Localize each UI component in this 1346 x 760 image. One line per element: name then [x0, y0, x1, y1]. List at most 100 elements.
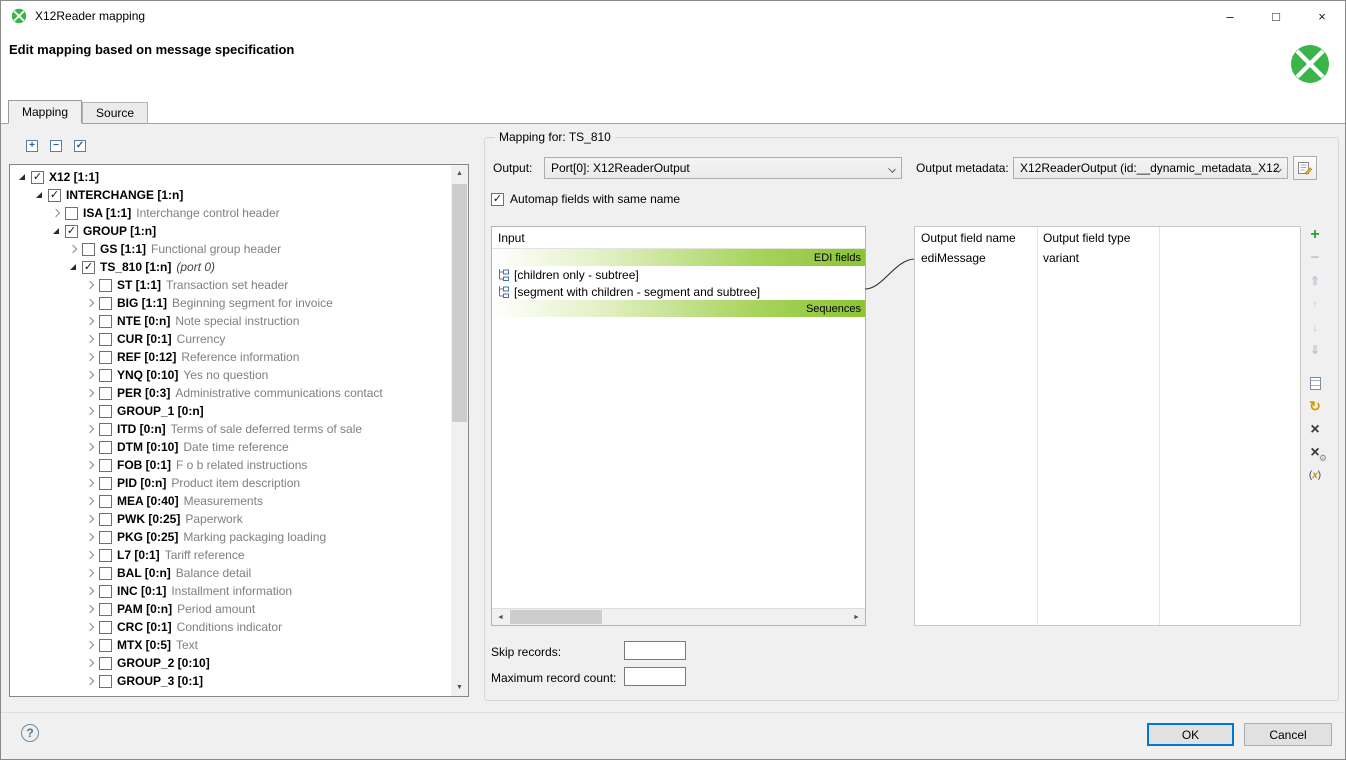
tree-item-checkbox[interactable]	[99, 477, 112, 490]
tab-mapping[interactable]: Mapping	[8, 100, 82, 124]
expand-arrow-icon[interactable]	[82, 438, 98, 456]
tree-row[interactable]: DTM [0:10]Date time reference	[10, 438, 451, 456]
clear-auto-mapping-button[interactable]: ×⚙	[1305, 443, 1325, 462]
output-table-row[interactable]: ediMessagevariant	[915, 249, 1300, 266]
tab-source[interactable]: Source	[82, 102, 148, 123]
tree-row[interactable]: MEA [0:40]Measurements	[10, 492, 451, 510]
tree-item-checkbox[interactable]	[99, 567, 112, 580]
tree-row[interactable]: MTX [0:5]Text	[10, 636, 451, 654]
tree-item-checkbox[interactable]	[99, 279, 112, 292]
tree-row[interactable]: ITD [0:n]Terms of sale deferred terms of…	[10, 420, 451, 438]
tree-item-checkbox[interactable]	[99, 585, 112, 598]
tree-row[interactable]: YNQ [0:10]Yes no question	[10, 366, 451, 384]
tree-item-checkbox[interactable]	[65, 225, 78, 238]
add-field-button[interactable]: +	[1305, 225, 1325, 244]
tree-item-checkbox[interactable]	[99, 441, 112, 454]
scroll-left-icon[interactable]: ◄	[492, 609, 509, 626]
clear-mapping-button[interactable]: ×	[1305, 420, 1325, 439]
tree-item-checkbox[interactable]	[65, 207, 78, 220]
expand-arrow-icon[interactable]	[82, 384, 98, 402]
collapse-arrow-icon[interactable]	[31, 186, 47, 204]
expand-arrow-icon[interactable]	[82, 528, 98, 546]
tree-item-checkbox[interactable]	[99, 297, 112, 310]
tree-row[interactable]: GROUP_2 [0:10]	[10, 654, 451, 672]
tree-row[interactable]: PWK [0:25]Paperwork	[10, 510, 451, 528]
auto-map-button[interactable]: ↻	[1305, 397, 1325, 416]
tree-row[interactable]: ISA [1:1]Interchange control header	[10, 204, 451, 222]
tree-item-checkbox[interactable]	[31, 171, 44, 184]
ok-button[interactable]: OK	[1147, 723, 1234, 746]
tree-row[interactable]: INTERCHANGE [1:n]	[10, 186, 451, 204]
edit-mapping-button[interactable]	[1305, 374, 1325, 393]
expand-arrow-icon[interactable]	[82, 366, 98, 384]
expand-arrow-icon[interactable]	[82, 600, 98, 618]
tree-item-checkbox[interactable]	[99, 495, 112, 508]
expand-arrow-icon[interactable]	[82, 618, 98, 636]
expand-arrow-icon[interactable]	[82, 582, 98, 600]
tree-row[interactable]: GROUP_3 [0:1]	[10, 672, 451, 690]
tree-row[interactable]: ST [1:1]Transaction set header	[10, 276, 451, 294]
scroll-up-icon[interactable]: ▲	[451, 165, 468, 182]
tree-item-checkbox[interactable]	[99, 423, 112, 436]
expand-arrow-icon[interactable]	[82, 294, 98, 312]
tree-item-checkbox[interactable]	[99, 603, 112, 616]
expand-arrow-icon[interactable]	[82, 402, 98, 420]
tree-row[interactable]: CRC [0:1]Conditions indicator	[10, 618, 451, 636]
tree-row[interactable]: CUR [0:1]Currency	[10, 330, 451, 348]
expand-arrow-icon[interactable]	[82, 420, 98, 438]
tree-item-checkbox[interactable]	[99, 639, 112, 652]
output-metadata-combo[interactable]: X12ReaderOutput (id:__dynamic_metadata_X…	[1013, 157, 1288, 179]
tree-item-checkbox[interactable]	[82, 261, 95, 274]
expand-arrow-icon[interactable]	[82, 672, 98, 690]
expand-arrow-icon[interactable]	[82, 546, 98, 564]
tree-item-checkbox[interactable]	[99, 333, 112, 346]
tree-item-checkbox[interactable]	[99, 675, 112, 688]
collapse-arrow-icon[interactable]	[14, 168, 30, 186]
output-port-combo[interactable]: Port[0]: X12ReaderOutput	[544, 157, 902, 179]
expand-arrow-icon[interactable]	[82, 276, 98, 294]
tree-scrollbar-thumb[interactable]	[452, 184, 467, 422]
tree-item-checkbox[interactable]	[99, 405, 112, 418]
expand-arrow-icon[interactable]	[82, 312, 98, 330]
expression-button[interactable]: (x)	[1305, 466, 1325, 485]
input-field-item[interactable]: [children only - subtree]	[492, 266, 865, 283]
tree-row[interactable]: GROUP_1 [0:n]	[10, 402, 451, 420]
expand-arrow-icon[interactable]	[82, 654, 98, 672]
tree-row[interactable]: REF [0:12]Reference information	[10, 348, 451, 366]
tree-item-checkbox[interactable]	[99, 621, 112, 634]
tree-row[interactable]: PKG [0:25]Marking packaging loading	[10, 528, 451, 546]
max-record-count-input[interactable]	[624, 667, 686, 686]
tree-row[interactable]: PID [0:n]Product item description	[10, 474, 451, 492]
tree-row[interactable]: INC [0:1]Installment information	[10, 582, 451, 600]
tree-item-checkbox[interactable]	[99, 459, 112, 472]
edit-metadata-button[interactable]	[1293, 156, 1317, 180]
expand-arrow-icon[interactable]	[82, 474, 98, 492]
tree-item-checkbox[interactable]	[99, 315, 112, 328]
expand-arrow-icon[interactable]	[82, 330, 98, 348]
cancel-button[interactable]: Cancel	[1244, 723, 1332, 746]
expand-all-button[interactable]: +	[23, 137, 41, 155]
tree-item-checkbox[interactable]	[48, 189, 61, 202]
expand-arrow-icon[interactable]	[82, 510, 98, 528]
tree-item-checkbox[interactable]	[99, 369, 112, 382]
tree-item-checkbox[interactable]	[99, 351, 112, 364]
input-hscrollbar[interactable]: ◄ ►	[492, 608, 865, 625]
tree-item-checkbox[interactable]	[99, 657, 112, 670]
tree-row[interactable]: L7 [0:1]Tariff reference	[10, 546, 451, 564]
tree-item-checkbox[interactable]	[99, 549, 112, 562]
scroll-down-icon[interactable]: ▼	[451, 679, 468, 696]
help-button[interactable]: ?	[21, 724, 39, 742]
tree-scrollbar[interactable]: ▲ ▼	[451, 165, 468, 696]
tree-item-checkbox[interactable]	[82, 243, 95, 256]
expand-arrow-icon[interactable]	[82, 564, 98, 582]
tree-row[interactable]: NTE [0:n]Note special instruction	[10, 312, 451, 330]
close-button[interactable]: ×	[1299, 1, 1345, 31]
expand-arrow-icon[interactable]	[82, 456, 98, 474]
tree-row[interactable]: GROUP [1:n]	[10, 222, 451, 240]
tree-row[interactable]: PER [0:3]Administrative communications c…	[10, 384, 451, 402]
expand-arrow-icon[interactable]	[65, 240, 81, 258]
maximize-button[interactable]: □	[1253, 1, 1299, 31]
input-hscrollbar-thumb[interactable]	[510, 610, 602, 624]
expand-arrow-icon[interactable]	[82, 636, 98, 654]
tree-row[interactable]: PAM [0:n]Period amount	[10, 600, 451, 618]
